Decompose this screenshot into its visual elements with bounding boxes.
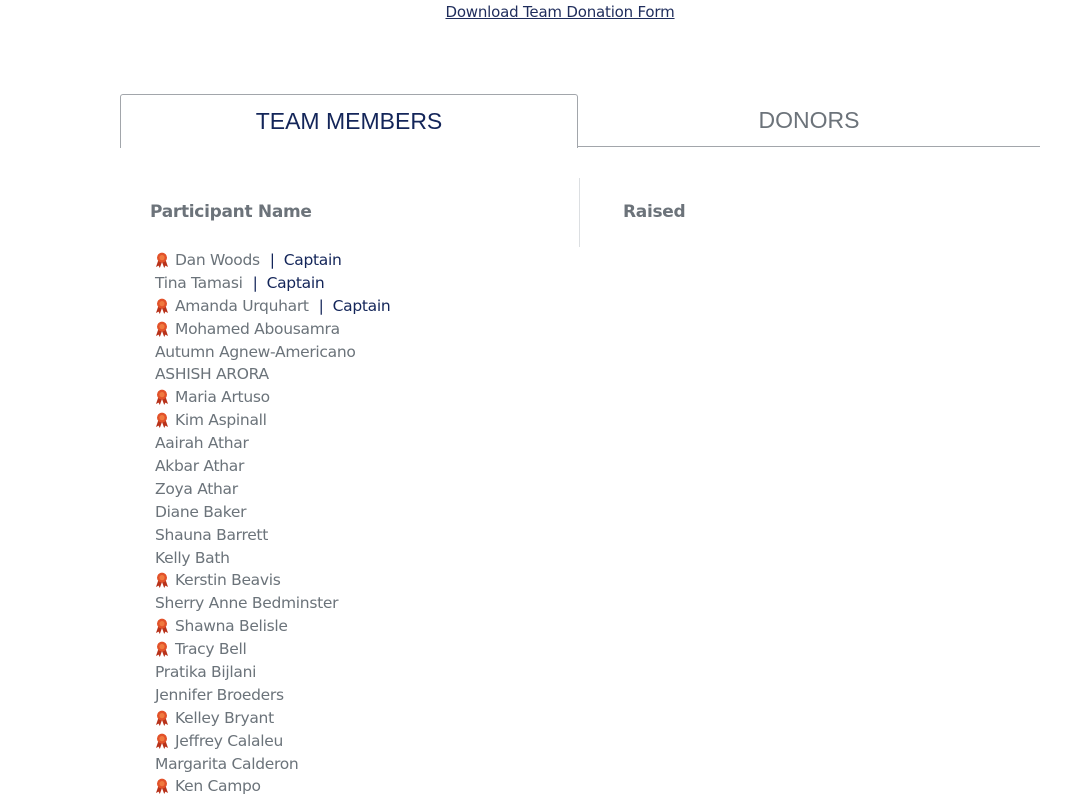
team-member-row: Diane Baker bbox=[155, 501, 390, 524]
column-divider bbox=[579, 178, 580, 247]
member-name-link[interactable]: Dan Woods bbox=[175, 251, 260, 269]
member-name-link[interactable]: Kelly Bath bbox=[155, 549, 230, 567]
team-member-row: Mohamed Abousamra bbox=[155, 318, 390, 341]
ribbon-icon bbox=[155, 778, 169, 795]
team-member-row: Tina Tamasi | Captain bbox=[155, 272, 390, 295]
ribbon-icon bbox=[155, 389, 169, 406]
member-name-link[interactable]: Margarita Calderon bbox=[155, 755, 299, 773]
role-separator: | bbox=[252, 273, 258, 292]
tab-team-members[interactable]: TEAM MEMBERS bbox=[120, 94, 578, 148]
team-member-list: Dan Woods | Captain Tina Tamasi | Captain Aman… bbox=[155, 249, 391, 798]
team-member-row: Jeffrey Calaleu bbox=[155, 730, 390, 753]
member-name-link[interactable]: Maria Artuso bbox=[175, 388, 270, 406]
member-name-link[interactable]: Jennifer Broeders bbox=[155, 686, 284, 704]
tab-donors[interactable]: DONORS bbox=[578, 94, 1040, 147]
member-name-link[interactable]: Kelley Bryant bbox=[175, 709, 274, 727]
member-name-link[interactable]: Shauna Barrett bbox=[155, 526, 268, 544]
participant-name-header[interactable]: Participant Name bbox=[150, 202, 312, 222]
member-name-link[interactable]: Kim Aspinall bbox=[175, 411, 267, 429]
ribbon-icon bbox=[155, 733, 169, 749]
team-member-row: Tracy Bell bbox=[155, 638, 390, 661]
member-name-link[interactable]: Amanda Urquhart bbox=[175, 297, 309, 315]
ribbon-icon bbox=[155, 321, 169, 337]
member-name-link[interactable]: Pratika Bijlani bbox=[155, 663, 256, 681]
team-member-row: ASHISH ARORA bbox=[155, 363, 390, 386]
member-name-link[interactable]: Autumn Agnew-Americano bbox=[155, 343, 356, 361]
ribbon-icon bbox=[155, 572, 169, 589]
team-member-row: Maria Artuso bbox=[155, 386, 390, 409]
member-name-link[interactable]: Tina Tamasi bbox=[155, 274, 243, 292]
member-name-link[interactable]: Mohamed Abousamra bbox=[175, 320, 340, 338]
download-team-donation-form-link[interactable]: Download Team Donation Form bbox=[0, 3, 1088, 21]
captain-label: Captain bbox=[266, 273, 325, 292]
team-member-row: Margarita Calderon bbox=[155, 753, 390, 776]
captain-label: Captain bbox=[332, 296, 391, 315]
ribbon-icon bbox=[155, 641, 169, 658]
member-name-link[interactable]: Jeffrey Calaleu bbox=[175, 732, 283, 750]
team-member-row: Akbar Athar bbox=[155, 455, 390, 478]
captain-label: Captain bbox=[283, 251, 342, 269]
member-name-link[interactable]: Tracy Bell bbox=[175, 640, 247, 658]
role-separator: | bbox=[269, 251, 275, 269]
member-name-link[interactable]: Aairah Athar bbox=[155, 434, 249, 452]
raised-header[interactable]: Raised bbox=[623, 202, 686, 222]
team-member-row: Jennifer Broeders bbox=[155, 684, 390, 707]
member-name-link[interactable]: Akbar Athar bbox=[155, 457, 244, 475]
tab-bar: TEAM MEMBERS DONORS bbox=[120, 94, 1040, 148]
member-name-link[interactable]: Zoya Athar bbox=[155, 480, 238, 498]
ribbon-icon bbox=[155, 252, 169, 268]
team-member-row: Kelly Bath bbox=[155, 547, 390, 570]
team-member-row: Kim Aspinall bbox=[155, 409, 390, 432]
team-member-row: Shauna Barrett bbox=[155, 524, 390, 547]
team-member-row: Pratika Bijlani bbox=[155, 661, 390, 684]
team-member-row: Zoya Athar bbox=[155, 478, 390, 501]
member-name-link[interactable]: Diane Baker bbox=[155, 503, 247, 521]
member-name-link[interactable]: Kerstin Beavis bbox=[175, 571, 281, 589]
team-member-row: Ken Campo bbox=[155, 775, 390, 798]
member-name-link[interactable]: Shawna Belisle bbox=[175, 617, 288, 635]
member-name-link[interactable]: Sherry Anne Bedminster bbox=[155, 594, 338, 612]
team-member-row: Amanda Urquhart | Captain bbox=[155, 295, 391, 318]
member-name-link[interactable]: Ken Campo bbox=[175, 777, 261, 795]
team-member-row: Sherry Anne Bedminster bbox=[155, 592, 390, 615]
team-member-row: Shawna Belisle bbox=[155, 615, 390, 638]
ribbon-icon bbox=[155, 710, 169, 726]
team-member-row: Dan Woods | Captain bbox=[155, 249, 390, 272]
member-name-link[interactable]: ASHISH ARORA bbox=[155, 365, 269, 383]
team-member-row: Aairah Athar bbox=[155, 432, 390, 455]
team-member-row: Kelley Bryant bbox=[155, 707, 390, 730]
ribbon-icon bbox=[155, 298, 169, 314]
role-separator: | bbox=[318, 296, 324, 315]
ribbon-icon bbox=[155, 618, 169, 635]
team-member-row: Autumn Agnew-Americano bbox=[155, 341, 390, 364]
team-member-row: Kerstin Beavis bbox=[155, 569, 390, 592]
ribbon-icon bbox=[155, 412, 169, 429]
